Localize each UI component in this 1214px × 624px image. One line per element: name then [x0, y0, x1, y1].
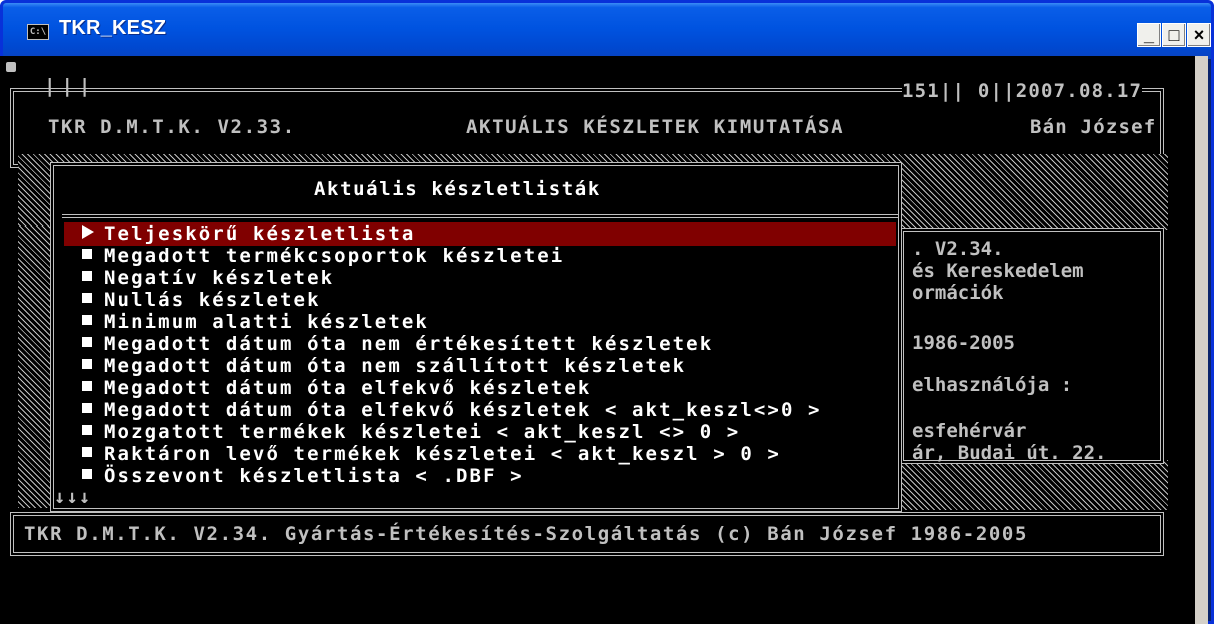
status-info: 151|| 0||2007.08.17	[902, 80, 1143, 102]
window-title: TKR_KESZ	[59, 17, 167, 39]
menu-item[interactable]: Megadott dátum óta nem értékesített kész…	[64, 332, 896, 356]
selection-arrow-icon	[82, 225, 94, 239]
minimize-button[interactable]: _	[1137, 23, 1161, 47]
menu-item-label: Mozgatott termékek készletei < akt_keszl…	[104, 421, 741, 443]
console-area[interactable]: ||| TKR D.M.T.K. V2.33. AKTUÁLIS KÉSZLET…	[0, 56, 1195, 624]
bg-line: ormációk	[912, 282, 1004, 304]
menu-item-label: Megadott dátum óta nem értékesített kész…	[104, 333, 714, 355]
menu-item[interactable]: Megadott dátum óta elfekvő készletek	[64, 376, 896, 400]
menu-item-label: Megadott dátum óta elfekvő készletek < a…	[104, 399, 822, 421]
bullet-icon	[82, 271, 92, 281]
menu-item-label: Raktáron levő termékek készletei < akt_k…	[104, 443, 781, 465]
menu-item[interactable]: Összevont készletlista < .DBF >	[64, 464, 896, 488]
hatch-bottom	[900, 460, 1168, 510]
menu-item[interactable]: Nullás készletek	[64, 288, 896, 312]
bg-line: esfehérvár	[912, 420, 1027, 442]
bullet-icon	[82, 337, 92, 347]
bullet-icon	[82, 249, 92, 259]
menu-item[interactable]: Negatív készletek	[64, 266, 896, 290]
maximize-button[interactable]: □	[1162, 23, 1186, 47]
menu-item-label: Megadott termékcsoportok készletei	[104, 245, 565, 267]
bullet-icon	[82, 469, 92, 479]
bullet-icon	[82, 425, 92, 435]
bg-line: 1986-2005	[912, 332, 1015, 354]
menu-separator	[62, 214, 898, 218]
scroll-more-indicator: ↓↓↓	[54, 486, 92, 508]
menu-item[interactable]: Raktáron levő termékek készletei < akt_k…	[64, 442, 896, 466]
menu-item[interactable]: Minimum alatti készletek	[64, 310, 896, 334]
menu-item[interactable]: Mozgatott termékek készletei < akt_keszl…	[64, 420, 896, 444]
bg-line: ár, Budai út. 22.	[912, 442, 1107, 464]
footer-copyright: TKR D.M.T.K. V2.34. Gyártás-Értékesítés-…	[24, 523, 1028, 545]
bullet-icon	[82, 403, 92, 413]
menu-item-label: Teljeskörű készletlista	[104, 223, 416, 245]
screen-title: AKTUÁLIS KÉSZLETEK KIMUTATÁSA	[466, 116, 845, 138]
hatch-left	[18, 226, 50, 508]
close-button[interactable]: ×	[1187, 23, 1211, 47]
menu-item[interactable]: Megadott dátum óta elfekvő készletek < a…	[64, 398, 896, 422]
menu-item-label: Negatív készletek	[104, 267, 335, 289]
menu-item-label: Összevont készletlista < .DBF >	[104, 465, 524, 487]
menu-item-label: Megadott dátum óta nem szállított készle…	[104, 355, 687, 377]
menu-dialog: Aktuális készletlisták Teljeskörű készle…	[50, 162, 902, 512]
menu-item-label: Nullás készletek	[104, 289, 321, 311]
user-name: Bán József	[1030, 116, 1157, 138]
bullet-icon	[82, 293, 92, 303]
menu-item[interactable]: Megadott termékcsoportok készletei	[64, 244, 896, 268]
bullet-icon	[82, 359, 92, 369]
menu-item-label: Minimum alatti készletek	[104, 311, 429, 333]
console-icon[interactable]: C:\	[27, 24, 49, 40]
menu-item-label: Megadott dátum óta elfekvő készletek	[104, 377, 592, 399]
mouse-cursor-icon	[6, 62, 16, 72]
bullet-icon	[82, 381, 92, 391]
bg-line: elhasználója :	[912, 374, 1073, 396]
title-bar[interactable]: C:\ TKR_KESZ _ □ ×	[3, 3, 1211, 59]
menu-title: Aktuális készletlisták	[314, 178, 601, 200]
bg-line: és Kereskedelem	[912, 260, 1084, 282]
bg-line: . V2.34.	[912, 238, 1004, 260]
menu-item[interactable]: Teljeskörű készletlista	[64, 222, 896, 246]
header-tick-marks: |||	[44, 75, 97, 97]
app-version: TKR D.M.T.K. V2.33.	[48, 116, 296, 138]
menu-item[interactable]: Megadott dátum óta nem szállított készle…	[64, 354, 896, 378]
bullet-icon	[82, 447, 92, 457]
scrollbar[interactable]	[1195, 56, 1208, 624]
bullet-icon	[82, 315, 92, 325]
